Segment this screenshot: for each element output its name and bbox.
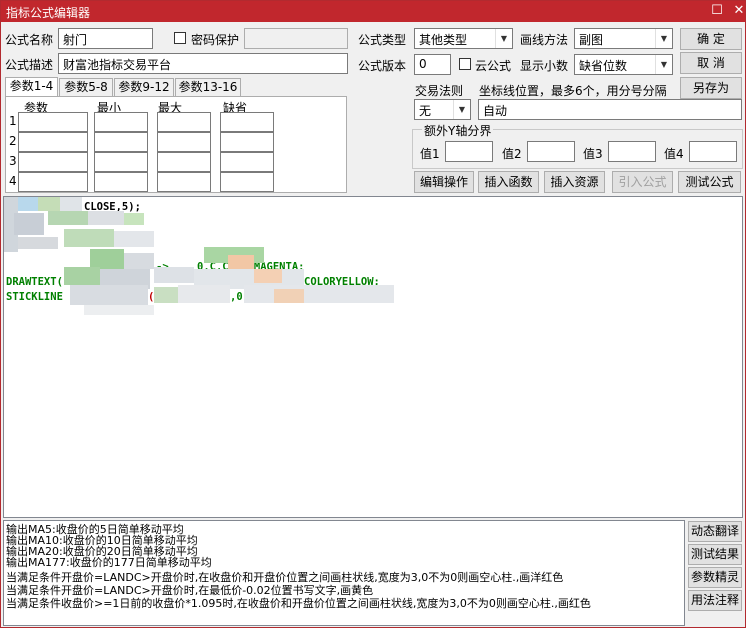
ok-button[interactable]: 确 定 xyxy=(680,28,742,50)
draw-select[interactable]: 副图 ▼ xyxy=(574,28,673,49)
trade-rule-select[interactable]: 无 ▼ xyxy=(414,99,471,120)
output-line: 输出MA177:收盘价的177日简单移动平均 xyxy=(6,556,212,569)
decimals-value: 缺省位数 xyxy=(579,59,628,73)
name-label: 公式名称 xyxy=(5,33,54,47)
yaxis-group: 额外Y轴分界 值1 值2 值3 值4 xyxy=(412,122,743,169)
window-title: 指标公式编辑器 xyxy=(6,6,91,20)
param-4-max-input[interactable] xyxy=(157,172,211,192)
desc-label: 公式描述 xyxy=(5,58,54,72)
param-3-min-input[interactable] xyxy=(94,152,148,172)
import-formula-button[interactable]: 引入公式 xyxy=(612,171,673,193)
param-row-number: 2 xyxy=(9,134,17,148)
yaxis-value-4-label: 值4 xyxy=(664,147,684,161)
chevron-down-icon: ▼ xyxy=(655,55,672,74)
desc-field[interactable]: 财富池指标交易平台 xyxy=(58,53,348,74)
yaxis-value-2-input[interactable] xyxy=(527,141,575,162)
trade-rule-value: 无 xyxy=(419,104,432,118)
yaxis-value-3-label: 值3 xyxy=(583,147,603,161)
type-select[interactable]: 其他类型 ▼ xyxy=(414,28,513,49)
usage-notes-button[interactable]: 用法注释 xyxy=(688,590,742,611)
param-3-name-input[interactable] xyxy=(18,152,88,172)
tab-param-9-12[interactable]: 参数9-12 xyxy=(114,78,174,96)
password-field[interactable] xyxy=(244,28,348,49)
translation-output[interactable]: 输出MA5:收盘价的5日简单移动平均 输出MA10:收盘价的10日简单移动平均 … xyxy=(3,520,685,626)
version-label: 公式版本 xyxy=(358,59,407,73)
yaxis-value-3-input[interactable] xyxy=(608,141,656,162)
param-2-max-input[interactable] xyxy=(157,132,211,152)
param-row-number: 4 xyxy=(9,174,17,188)
cancel-button[interactable]: 取 消 xyxy=(680,52,742,74)
tab-param-5-8[interactable]: 参数5-8 xyxy=(59,78,113,96)
draw-label: 画线方法 xyxy=(520,33,569,47)
chevron-down-icon: ▼ xyxy=(655,29,672,48)
yaxis-value-4-input[interactable] xyxy=(689,141,737,162)
save-as-button[interactable]: 另存为 xyxy=(680,77,742,99)
param-1-max-input[interactable] xyxy=(157,112,211,132)
code-line-7-start: STICKLINE xyxy=(6,291,63,303)
coord-field[interactable]: 自动 xyxy=(478,99,742,120)
output-line: 当满足条件开盘价=LANDC>开盘价时,在收盘价和开盘价位置之间画柱状线,宽度为… xyxy=(6,571,564,584)
name-field[interactable]: 射门 xyxy=(58,28,153,49)
yaxis-value-2-label: 值2 xyxy=(502,147,522,161)
tab-param-13-16[interactable]: 参数13-16 xyxy=(175,78,241,96)
yaxis-group-label: 额外Y轴分界 xyxy=(422,122,494,139)
close-icon[interactable]: ✕ xyxy=(729,2,746,20)
yaxis-value-1-input[interactable] xyxy=(445,141,493,162)
formula-editor-window: 指标公式编辑器 ☐ ✕ 公式名称 射门 密码保护 公式类型 其他类型 ▼ 画线方… xyxy=(0,0,746,628)
draw-value: 副图 xyxy=(579,33,604,47)
chevron-down-icon: ▼ xyxy=(453,100,470,119)
param-2-name-input[interactable] xyxy=(18,132,88,152)
title-bar[interactable]: 指标公式编辑器 ☐ ✕ xyxy=(1,1,745,22)
output-line: 当满足条件收盘价>=1日前的收盘价*1.095时,在收盘价和开盘价位置之间画柱状… xyxy=(6,597,591,610)
insert-function-button[interactable]: 插入函数 xyxy=(478,171,539,193)
output-line: 当满足条件开盘价=LANDC>开盘价时,在最低价-0.02位置书写文字,画黄色 xyxy=(6,584,374,597)
dynamic-translate-button[interactable]: 动态翻译 xyxy=(688,521,742,542)
test-formula-button[interactable]: 测试公式 xyxy=(678,171,741,193)
type-label: 公式类型 xyxy=(358,33,407,47)
code-line-6-start: DRAWTEXT( xyxy=(6,276,63,288)
test-result-button[interactable]: 测试结果 xyxy=(688,544,742,565)
restore-icon[interactable]: ☐ xyxy=(707,2,727,20)
param-4-name-input[interactable] xyxy=(18,172,88,192)
param-2-default-input[interactable] xyxy=(220,132,274,152)
trade-rule-label: 交易法则 xyxy=(415,84,464,98)
param-1-min-input[interactable] xyxy=(94,112,148,132)
param-4-min-input[interactable] xyxy=(94,172,148,192)
version-field[interactable]: 0 xyxy=(414,54,451,75)
param-1-name-input[interactable] xyxy=(18,112,88,132)
param-wizard-button[interactable]: 参数精灵 xyxy=(688,567,742,588)
cloud-checkbox[interactable] xyxy=(459,58,471,70)
param-4-default-input[interactable] xyxy=(220,172,274,192)
yaxis-value-1-label: 值1 xyxy=(420,147,440,161)
decimals-select[interactable]: 缺省位数 ▼ xyxy=(574,54,673,75)
cloud-label: 云公式 xyxy=(475,59,512,73)
param-2-min-input[interactable] xyxy=(94,132,148,152)
type-value: 其他类型 xyxy=(419,33,468,47)
password-label: 密码保护 xyxy=(191,33,240,47)
tab-param-1-4[interactable]: 参数1-4 xyxy=(5,77,58,97)
param-3-default-input[interactable] xyxy=(220,152,274,172)
param-panel: 参数 最小 最大 缺省 1 2 3 4 xyxy=(5,96,347,193)
param-3-max-input[interactable] xyxy=(157,152,211,172)
coord-label: 坐标线位置，最多6个，用分号分隔 xyxy=(479,84,667,98)
decimals-label: 显示小数 xyxy=(520,59,569,73)
code-editor[interactable]: CLOSE,5); 0,C,COLORMAGENTA; DRAWTEXT( CO… xyxy=(3,196,743,518)
chevron-down-icon: ▼ xyxy=(495,29,512,48)
param-row-number: 1 xyxy=(9,114,17,128)
password-checkbox[interactable] xyxy=(174,32,186,44)
param-1-default-input[interactable] xyxy=(220,112,274,132)
edit-operation-button[interactable]: 编辑操作 xyxy=(414,171,474,193)
param-row-number: 3 xyxy=(9,154,17,168)
insert-resource-button[interactable]: 插入资源 xyxy=(544,171,605,193)
